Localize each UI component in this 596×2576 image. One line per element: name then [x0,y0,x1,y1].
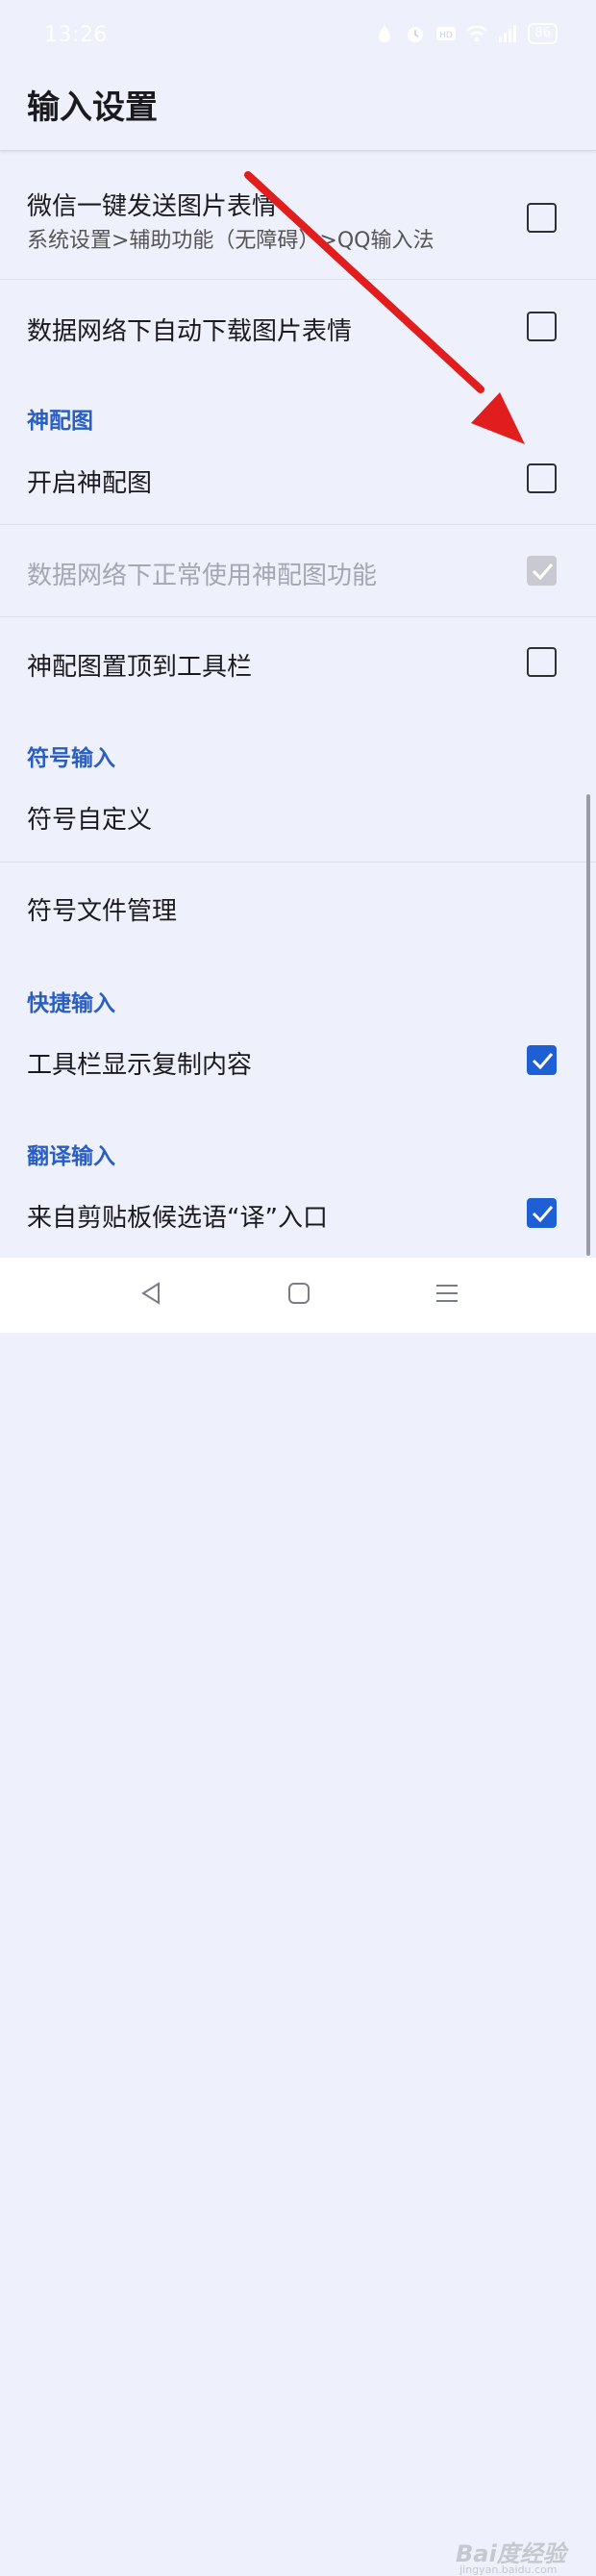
menu-icon[interactable] [435,1281,459,1306]
setting-title: 神配图置顶到工具栏 [27,653,253,682]
check-icon [532,1053,554,1070]
navigation-bar: Bai度经验 jingyan.baidu.com [0,1258,596,2576]
setting-row-shenpeitu-data-network: 数据网络下正常使用神配图功能 [0,525,596,616]
section-header-translate-input: 翻译输入 [27,1144,115,1169]
setting-title: 数据网络下自动下载图片表情 [27,317,353,346]
status-time: 13:26 [44,23,108,47]
setting-row-enable-shenpeitu[interactable]: 开启神配图 [0,442,596,524]
checkbox-shenpeitu-pin-toolbar[interactable] [527,647,557,677]
setting-row-wechat-send-sticker[interactable]: 微信一键发送图片表情 系统设置>辅助功能（无障碍）>QQ输入法 [0,154,596,279]
setting-title: 符号自定义 [27,806,153,835]
setting-row-toolbar-show-copy[interactable]: 工具栏显示复制内容 [0,1024,596,1107]
battery-icon: 86 [528,23,558,44]
checkbox-wechat-send-sticker[interactable] [527,203,557,233]
setting-row-clipboard-translate-entry[interactable]: 来自剪贴板候选语“译”入口 [0,1177,596,1258]
setting-title: 符号文件管理 [27,897,178,926]
signal-icon [499,25,517,42]
back-icon[interactable] [139,1281,162,1306]
section-header-quick-input: 快捷输入 [27,991,115,1016]
home-icon[interactable] [286,1281,311,1306]
hd-icon: HD [436,27,457,40]
check-icon [532,1206,554,1223]
checkbox-enable-shenpeitu[interactable] [527,463,557,493]
checkbox-auto-download-stickers[interactable] [527,312,557,341]
water-drop-icon [379,25,391,42]
settings-list[interactable]: 微信一键发送图片表情 系统设置>辅助功能（无障碍）>QQ输入法 数据网络下自动下… [0,154,596,1258]
setting-title: 开启神配图 [27,469,153,498]
setting-row-symbol-file-manage[interactable]: 符号文件管理 [0,863,596,954]
setting-title: 数据网络下正常使用神配图功能 [27,562,378,590]
alarm-icon [408,27,424,42]
section-header-shenpeitu: 神配图 [27,409,93,434]
setting-title: 工具栏显示复制内容 [27,1051,253,1080]
checkbox-shenpeitu-data-network [527,556,557,586]
scrollbar[interactable] [586,794,590,1256]
status-bar: 13:26 HD 86 [0,0,596,73]
setting-row-auto-download-stickers[interactable]: 数据网络下自动下载图片表情 [0,280,596,376]
setting-row-shenpeitu-pin-toolbar[interactable]: 神配图置顶到工具栏 [0,617,596,709]
svg-text:HD: HD [440,31,454,40]
setting-row-symbol-custom[interactable]: 符号自定义 [0,779,596,862]
setting-title: 微信一键发送图片表情 [27,192,278,221]
wifi-icon [466,25,488,42]
checkbox-toolbar-show-copy[interactable] [527,1045,557,1075]
status-icons: HD 86 [374,23,558,44]
setting-subtitle: 系统设置>辅助功能（无障碍）>QQ输入法 [27,229,435,253]
page-header: 输入设置 [0,73,596,151]
watermark-url: jingyan.baidu.com [459,2563,558,2576]
section-header-symbol-input: 符号输入 [27,746,115,771]
check-icon [532,563,554,581]
page-title: 输入设置 [27,88,158,127]
checkbox-clipboard-translate-entry[interactable] [527,1198,557,1228]
setting-title: 来自剪贴板候选语“译”入口 [27,1204,328,1233]
